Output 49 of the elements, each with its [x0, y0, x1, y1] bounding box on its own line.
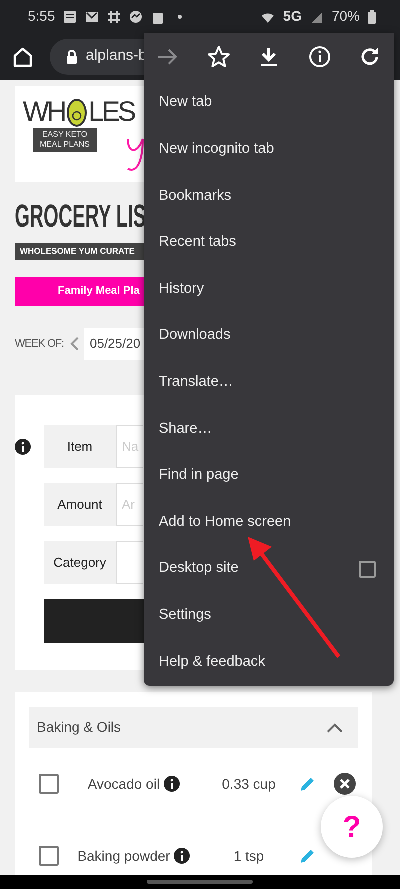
field-label: Amount [44, 483, 116, 526]
field-label: Item [44, 425, 116, 468]
menu-item[interactable]: Share… [144, 406, 394, 453]
checkbox[interactable] [39, 774, 59, 794]
category-header[interactable]: Baking & Oils [29, 707, 358, 748]
chat-icon [129, 10, 144, 24]
item-amount: 0.33 cup [221, 774, 277, 794]
category-title: Baking & Oils [37, 718, 122, 737]
lock-icon [66, 49, 78, 64]
avocado-icon [66, 96, 88, 128]
item-name: Avocado oil [88, 774, 160, 794]
item-name: Baking powder [78, 846, 170, 866]
star-icon[interactable] [206, 45, 230, 69]
menu-item[interactable]: Translate… [144, 360, 394, 406]
week-label: WEEK OF: [15, 336, 64, 352]
notification-icon [63, 10, 78, 24]
info-icon[interactable] [308, 45, 332, 69]
pencil-icon[interactable] [299, 847, 317, 865]
menu-item[interactable]: Add to Home screen [144, 499, 394, 546]
checkbox[interactable] [359, 560, 376, 578]
battery-level: 70% [332, 7, 360, 26]
menu-item[interactable]: New tab [144, 80, 394, 127]
item-amount: 1 tsp [232, 846, 266, 866]
checkbox[interactable] [39, 846, 59, 866]
home-icon[interactable] [12, 46, 34, 68]
url-text: alplans-b [86, 46, 147, 66]
chevron-up-icon[interactable] [326, 722, 344, 734]
logo-text: WH [23, 98, 65, 126]
logo-tagline: EASY KETO MEAL PLANS [33, 128, 97, 152]
network-type: 5G [283, 7, 302, 26]
menu-item[interactable]: Bookmarks [144, 173, 394, 220]
logo-text: LES [88, 98, 134, 126]
menu-item[interactable]: Help & feedback [144, 639, 394, 686]
battery-icon [368, 10, 376, 24]
hash-icon [107, 10, 122, 24]
menu-item[interactable]: Find in page [144, 452, 394, 500]
field-label: Category [44, 541, 116, 584]
pencil-icon[interactable] [299, 775, 317, 793]
chevron-left-icon[interactable] [70, 336, 80, 352]
menu-item[interactable]: New incognito tab [144, 126, 394, 174]
menu-item[interactable]: Settings [144, 592, 394, 640]
info-icon[interactable] [174, 848, 190, 864]
status-time: 5:55 [28, 7, 56, 26]
mail-icon [85, 10, 100, 24]
home-handle[interactable] [147, 880, 253, 884]
info-icon[interactable] [164, 776, 180, 792]
input-field[interactable] [116, 541, 143, 584]
remove-icon[interactable] [334, 773, 356, 795]
page-title: GROCERY LIS [15, 200, 146, 232]
